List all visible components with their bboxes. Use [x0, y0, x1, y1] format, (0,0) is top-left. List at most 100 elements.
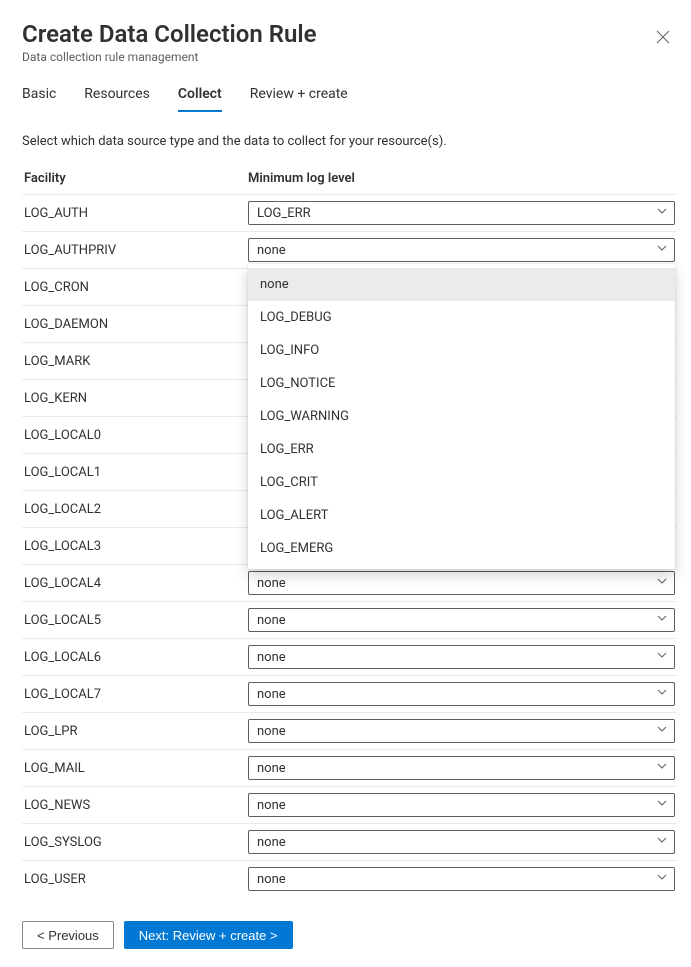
level-cell: none [248, 682, 677, 706]
level-cell: none [248, 867, 677, 891]
facility-label: LOG_LOCAL5 [22, 613, 248, 628]
table-row: LOG_LOCAL6none [22, 638, 677, 675]
level-select[interactable]: none [248, 867, 675, 891]
previous-button[interactable]: < Previous [22, 921, 114, 949]
level-select-value: none [257, 687, 286, 702]
facility-label: LOG_MAIL [22, 761, 248, 776]
level-option[interactable]: none [248, 268, 675, 301]
page-subtitle: Data collection rule management [22, 50, 649, 64]
facility-label: LOG_LOCAL4 [22, 576, 248, 591]
chevron-down-icon [656, 242, 668, 258]
level-select[interactable]: none [248, 719, 675, 743]
level-select-value: none [257, 650, 286, 665]
level-select[interactable]: none [248, 238, 675, 262]
level-cell: none [248, 830, 677, 854]
chevron-down-icon [656, 797, 668, 813]
chevron-down-icon [656, 649, 668, 665]
level-cell: none [248, 238, 677, 262]
facility-label: LOG_LOCAL3 [22, 539, 248, 554]
level-option[interactable]: LOG_WARNING [248, 400, 675, 433]
facility-label: LOG_NEWS [22, 798, 248, 813]
close-icon [656, 30, 670, 47]
facility-label: LOG_CRON [22, 280, 248, 295]
level-select-value: none [257, 243, 286, 258]
instruction-text: Select which data source type and the da… [22, 134, 677, 149]
chevron-down-icon [656, 205, 668, 221]
table-row: LOG_USER none [22, 860, 677, 897]
footer: < Previous Next: Review + create > [22, 921, 293, 949]
table-row: LOG_LOCAL4 none [22, 564, 677, 601]
facility-label: LOG_LOCAL7 [22, 687, 248, 702]
level-select[interactable]: none [248, 793, 675, 817]
chevron-down-icon [656, 871, 668, 887]
chevron-down-icon [656, 686, 668, 702]
page-title: Create Data Collection Rule [22, 20, 649, 48]
column-header-facility: Facility [22, 171, 248, 186]
table-row: LOG_LOCAL7 none [22, 675, 677, 712]
level-option[interactable]: LOG_ALERT [248, 499, 675, 532]
level-select[interactable]: none [248, 645, 675, 669]
facility-label: LOG_LOCAL1 [22, 465, 248, 480]
table-row: LOG_SYSLOG none [22, 823, 677, 860]
close-button[interactable] [649, 24, 677, 52]
table-row: LOG_MAIL none [22, 749, 677, 786]
level-select-value: none [257, 872, 286, 887]
level-select[interactable]: none [248, 682, 675, 706]
level-cell: none [248, 756, 677, 780]
level-option[interactable]: LOG_EMERG [248, 532, 675, 565]
facility-label: LOG_LOCAL2 [22, 502, 248, 517]
level-option[interactable]: LOG_ERR [248, 433, 675, 466]
level-select-value: none [257, 724, 286, 739]
table-header: Facility Minimum log level [22, 171, 677, 194]
level-option[interactable]: LOG_DEBUG [248, 301, 675, 334]
chevron-down-icon [656, 834, 668, 850]
facility-label: LOG_AUTH [22, 206, 248, 221]
tab-collect[interactable]: Collect [178, 86, 222, 112]
facility-label: LOG_AUTHPRIV [22, 243, 248, 258]
level-select[interactable]: LOG_ERR [248, 201, 675, 225]
table-row: LOG_AUTHPRIV none [22, 231, 677, 268]
facility-label: LOG_USER [22, 872, 248, 887]
chevron-down-icon [656, 575, 668, 591]
level-cell: none [248, 719, 677, 743]
level-cell: none [248, 608, 677, 632]
level-select-value: none [257, 761, 286, 776]
level-select[interactable]: none [248, 756, 675, 780]
tabs: Basic Resources Collect Review + create [22, 86, 677, 112]
level-cell: none [248, 571, 677, 595]
facility-label: LOG_LPR [22, 724, 248, 739]
level-option[interactable]: LOG_INFO [248, 334, 675, 367]
level-select-value: none [257, 576, 286, 591]
table-row: LOG_NEWS none [22, 786, 677, 823]
level-cell: none [248, 645, 677, 669]
level-dropdown[interactable]: noneLOG_DEBUGLOG_INFOLOG_NOTICELOG_WARNI… [248, 264, 675, 569]
level-option[interactable]: LOG_NOTICE [248, 367, 675, 400]
table-row: LOG_AUTH LOG_ERR [22, 194, 677, 231]
header: Create Data Collection Rule Data collect… [22, 20, 677, 64]
level-option[interactable]: LOG_CRIT [248, 466, 675, 499]
tab-basic[interactable]: Basic [22, 86, 56, 112]
chevron-down-icon [656, 612, 668, 628]
next-button[interactable]: Next: Review + create > [124, 921, 293, 949]
column-header-level: Minimum log level [248, 171, 677, 186]
facility-label: LOG_SYSLOG [22, 835, 248, 850]
table-row: LOG_LOCAL5 none [22, 601, 677, 638]
chevron-down-icon [656, 760, 668, 776]
facility-label: LOG_DAEMON [22, 317, 248, 332]
facility-label: LOG_KERN [22, 391, 248, 406]
tab-res[interactable]: Resources [84, 86, 150, 112]
level-select[interactable]: none [248, 830, 675, 854]
level-cell: none [248, 793, 677, 817]
level-select-value: none [257, 835, 286, 850]
chevron-down-icon [656, 723, 668, 739]
tab-review[interactable]: Review + create [250, 86, 348, 112]
table-row: LOG_LPR none [22, 712, 677, 749]
level-cell: LOG_ERR [248, 201, 677, 225]
level-select-value: none [257, 798, 286, 813]
level-select[interactable]: none [248, 571, 675, 595]
facility-label: LOG_LOCAL0 [22, 428, 248, 443]
level-select[interactable]: none [248, 608, 675, 632]
facility-label: LOG_MARK [22, 354, 248, 369]
level-select-value: none [257, 613, 286, 628]
level-select-value: LOG_ERR [257, 206, 311, 221]
